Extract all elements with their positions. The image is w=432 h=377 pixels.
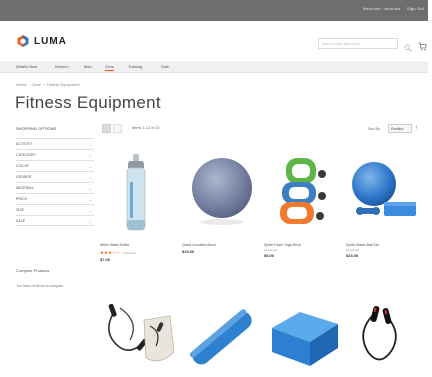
product-image-resistance-bands[interactable] [264, 150, 342, 240]
product-rating: ★★★☆☆ 3 Reviews [100, 250, 178, 256]
filter-label: ACTIVITY [16, 142, 33, 146]
product-image-foam-roller[interactable] [182, 302, 260, 372]
product-image-exercise-ball[interactable] [182, 150, 260, 240]
product-image-jump-rope[interactable] [346, 302, 424, 372]
product-price: $23.00 [346, 253, 359, 258]
filter-label: GENDER [16, 175, 32, 179]
filter-label: CATEGORY [16, 153, 36, 157]
nav-item-training[interactable]: Training [128, 64, 142, 69]
chevron-down-icon: ⌄ [88, 186, 92, 191]
nav-item-whats-new[interactable]: What's New [16, 64, 37, 69]
breadcrumb-gear[interactable]: Gear [32, 82, 41, 87]
filter-size[interactable]: SIZE ⌄ [16, 204, 94, 215]
nav-item-men[interactable]: Men [84, 64, 92, 69]
list-view-icon[interactable] [113, 124, 122, 133]
price-prefix: As low as [264, 248, 277, 252]
price-prefix: As low as [346, 248, 359, 252]
chevron-down-icon: ⌄ [88, 197, 92, 202]
chevron-down-icon: ⌄ [88, 142, 92, 147]
main-navigation: What's New Women Men Gear Training Sale [0, 61, 432, 73]
account-links: Welcome, Veronica Sign Out [358, 6, 424, 11]
cart-icon[interactable] [418, 38, 427, 51]
filter-gender[interactable]: GENDER ⌄ [16, 171, 94, 182]
chevron-down-icon: ⌄ [88, 175, 92, 180]
sort-direction-icon[interactable]: ↑ [415, 125, 418, 131]
search-icon[interactable] [404, 39, 412, 52]
product-card[interactable]: Sprite Foam Yoga Brick As low as $5.00 [264, 150, 342, 258]
product-name[interactable]: Affirm Water Bottle [100, 243, 178, 248]
filter-activity[interactable]: ACTIVITY ⌄ [16, 138, 94, 149]
compare-empty-text: You have no items to compare. [16, 284, 65, 288]
sort-by-label: Sort By [368, 127, 380, 131]
breadcrumb-home[interactable]: Home [16, 82, 27, 87]
page-edge [428, 0, 432, 377]
welcome-text: Welcome, Veronica [362, 6, 401, 11]
filter-material[interactable]: MATERIAL ⌄ [16, 182, 94, 193]
filter-label: SALE [16, 219, 26, 223]
product-card[interactable]: Quest Lumaflex Band $19.00 [182, 150, 260, 254]
product-card[interactable]: Sprite Stasis Ball Set As low as $23.00 [346, 150, 424, 258]
nav-item-women[interactable]: Women [55, 64, 69, 69]
product-image-ball-set[interactable] [346, 150, 424, 240]
page-title: Fitness Equipment [15, 93, 161, 112]
filter-sidebar: SHOPPING OPTIONS ACTIVITY ⌄ CATEGORY ⌄ COL… [16, 126, 94, 226]
chevron-down-icon: ⌄ [88, 208, 92, 213]
chevron-down-icon: ⌄ [88, 164, 92, 169]
product-price: $19.00 [182, 249, 195, 254]
filter-label: SIZE [16, 208, 24, 212]
store-logo[interactable]: LUMA [16, 34, 67, 48]
filter-label: MATERIAL [16, 186, 34, 190]
site-header: LUMA Search entire store here... [0, 21, 432, 61]
shopping-options-title: SHOPPING OPTIONS [16, 126, 57, 131]
product-card[interactable]: Affirm Water Bottle ★★★☆☆ 3 Reviews $7.00 [100, 150, 178, 262]
filter-category[interactable]: CATEGORY ⌄ [16, 149, 94, 160]
nav-item-gear[interactable]: Gear [105, 64, 114, 71]
filter-price[interactable]: PRICE ⌄ [16, 193, 94, 204]
filter-sale[interactable]: SALE ⌄ [16, 215, 94, 226]
chevron-down-icon: ⌄ [88, 153, 92, 158]
chevron-down-icon: ⌄ [88, 219, 92, 224]
rating-stars: ★★★☆☆ [100, 250, 121, 255]
product-name[interactable]: Quest Lumaflex Band [182, 243, 260, 248]
product-image-jump-rope-kit[interactable] [100, 302, 178, 372]
search-input[interactable]: Search entire store here... [318, 38, 398, 49]
compare-products-title: Compare Products [16, 268, 50, 273]
top-bar: Welcome, Veronica Sign Out [0, 0, 432, 21]
grid-view-icon[interactable] [102, 124, 111, 133]
products-toolbar: Items 1-12 of 23 Sort By Position ↑ [100, 124, 424, 136]
breadcrumb-current: Fitness Equipment [46, 82, 80, 87]
filter-label: PRICE [16, 197, 27, 201]
filter-color[interactable]: COLOR ⌄ [16, 160, 94, 171]
product-image-water-bottle[interactable] [100, 150, 178, 240]
nav-item-sale[interactable]: Sale [161, 64, 169, 69]
luma-logo-icon [16, 34, 30, 48]
product-price: $7.00 [100, 257, 111, 262]
reviews-link[interactable]: 3 Reviews [122, 251, 136, 255]
product-price: $5.00 [264, 253, 275, 258]
product-image-yoga-brick[interactable] [264, 302, 342, 372]
sort-by-select[interactable]: Position [388, 124, 412, 133]
filter-label: COLOR [16, 164, 29, 168]
toolbar-amount: Items 1-12 of 23 [132, 126, 160, 130]
breadcrumb: Home › Gear › Fitness Equipment [16, 82, 80, 87]
sign-out-link[interactable]: Sign Out [407, 6, 424, 11]
logo-text: LUMA [34, 35, 67, 47]
